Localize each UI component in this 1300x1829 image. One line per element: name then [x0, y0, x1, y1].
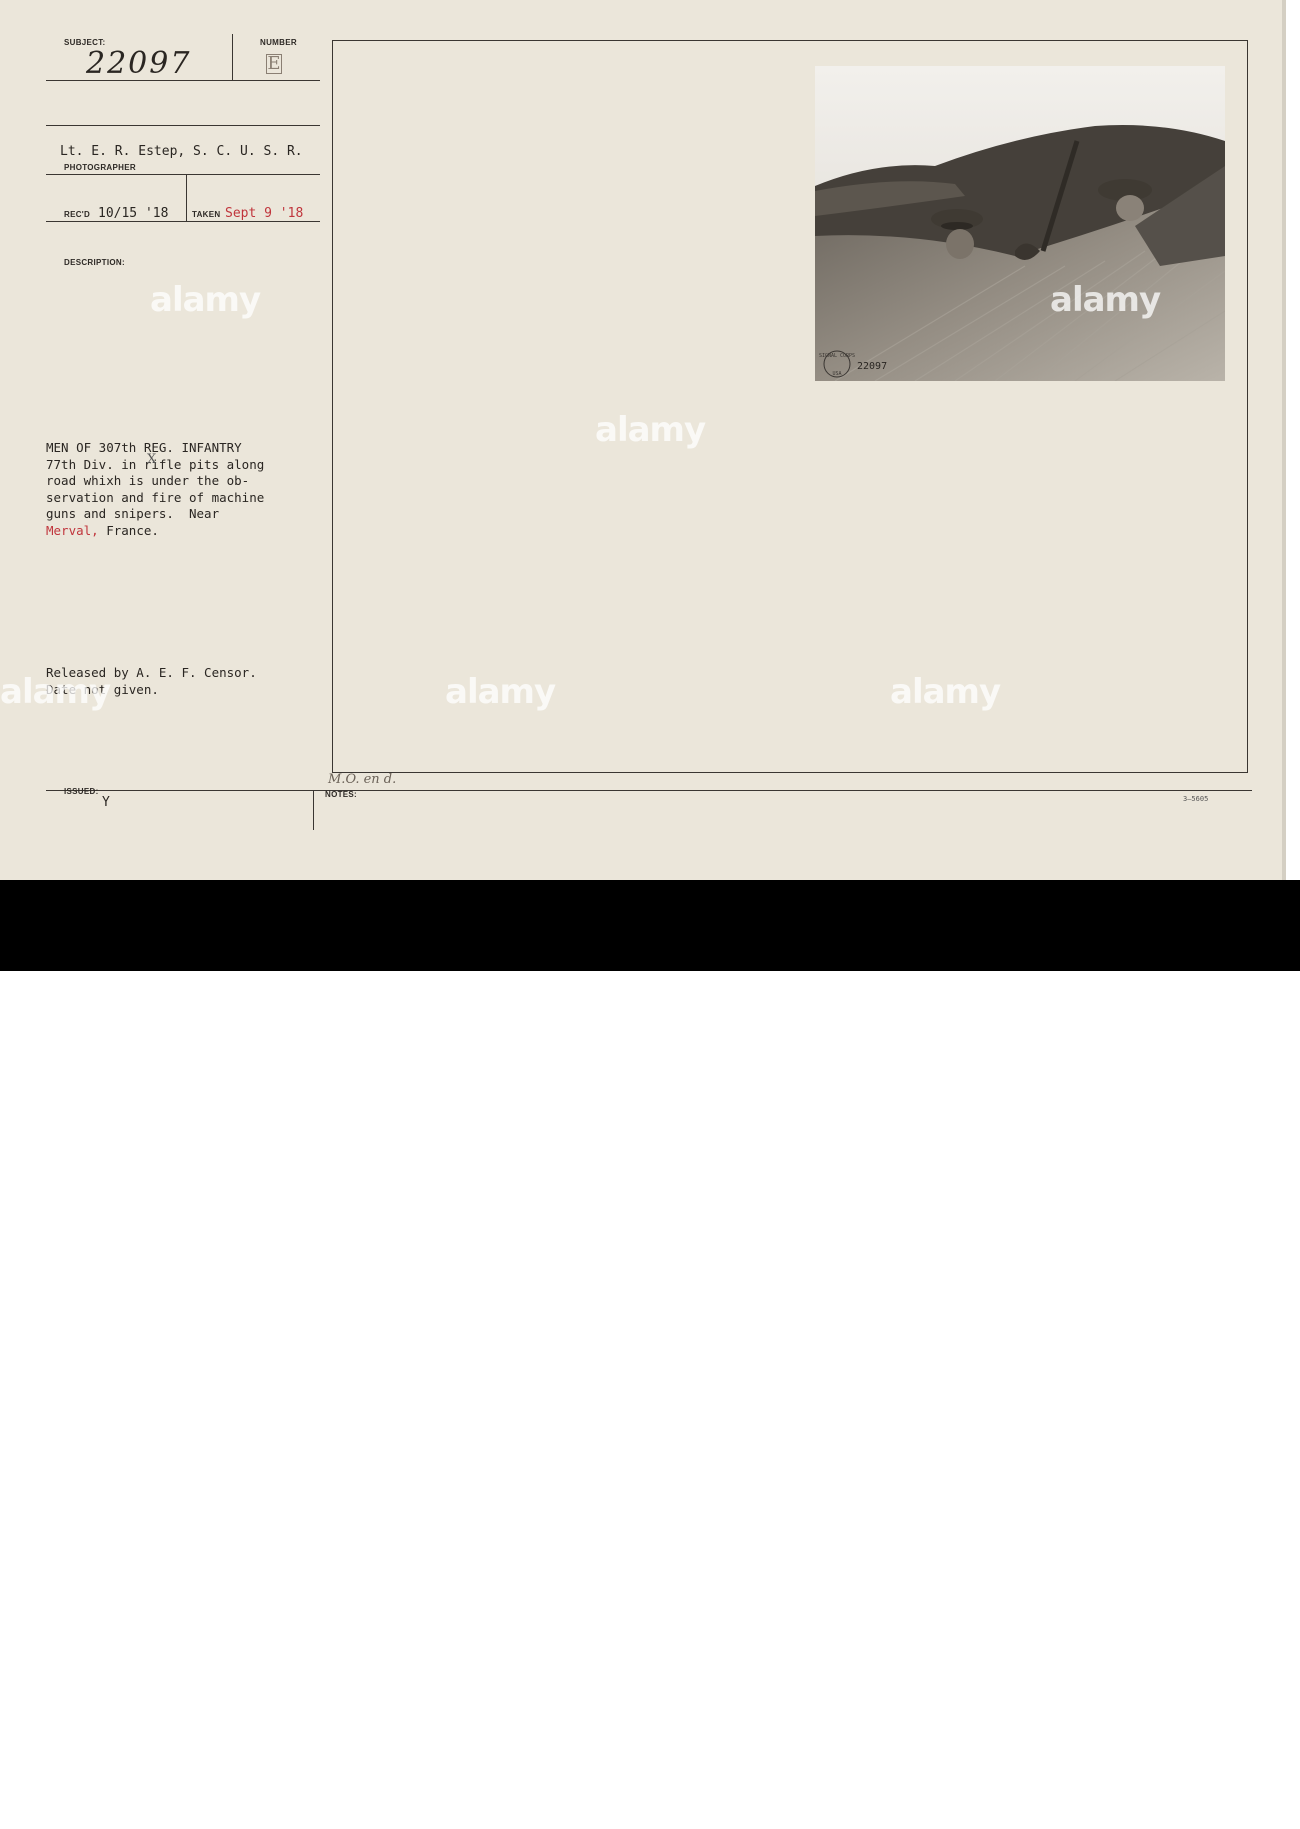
- trench-scene: SIGNAL CORPS USA 22097: [815, 66, 1225, 381]
- divider: [46, 80, 320, 81]
- watermark: alamy: [445, 672, 556, 712]
- watermark: alamy: [0, 672, 111, 712]
- form-code: 3—5605: [1183, 795, 1209, 803]
- notes-label: NOTES:: [325, 790, 358, 799]
- recd-label: REC'D: [64, 210, 91, 219]
- description-line: guns and snipers. Near: [46, 506, 220, 522]
- watermark: alamy: [890, 672, 1001, 712]
- image-id: Image ID: 2RC04G4: [1161, 1785, 1270, 1799]
- divider: [46, 221, 320, 222]
- photographer-name: Lt. E. R. Estep, S. C. U. S. R.: [60, 144, 303, 159]
- divider: [46, 125, 320, 126]
- description-label: DESCRIPTION:: [64, 258, 125, 267]
- watermark: alamy: [595, 410, 706, 450]
- alamy-logo: alamy: [585, 1775, 723, 1824]
- divider: [46, 790, 1252, 791]
- recd-date: 10/15 '18: [98, 206, 169, 221]
- archival-card: SUBJECT: NUMBER 22097 E Lt. E. R. Estep,…: [0, 0, 1286, 880]
- description-line: MEN OF 307th REG. INFANTRY: [46, 440, 242, 455]
- description-line: France.: [106, 522, 159, 538]
- stamp-text: SIGNAL CORPS: [819, 353, 855, 359]
- issued-label: ISSUED:: [64, 787, 99, 796]
- number-label: NUMBER: [260, 38, 297, 47]
- issued-value: Y: [102, 795, 110, 810]
- place-name: Merval,: [46, 522, 99, 538]
- taken-date: Sept 9 '18: [225, 206, 304, 221]
- description-line: road whixh is under the ob-: [46, 473, 250, 489]
- notes-handwriting: M.O. en d.: [328, 772, 397, 787]
- subject-number: 22097: [86, 46, 192, 81]
- number-letter: E: [266, 53, 282, 74]
- stock-footer: alamy Image ID: 2RC04G4 www.alamy.com: [0, 880, 1300, 1829]
- trench-photograph: SIGNAL CORPS USA 22097: [815, 66, 1225, 381]
- description-line: servation and fire of machine: [46, 489, 265, 505]
- site-url[interactable]: www.alamy.com: [1184, 1815, 1270, 1829]
- photographer-label: PHOTOGRAPHER: [64, 163, 136, 172]
- taken-label: TAKEN: [192, 210, 221, 219]
- correction-mark: X: [147, 452, 157, 467]
- divider: [313, 790, 314, 830]
- watermark: alamy: [150, 280, 261, 320]
- photo-number: 22097: [857, 361, 887, 372]
- divider: [46, 174, 320, 175]
- stamp-country: USA: [832, 371, 841, 377]
- divider: [232, 34, 233, 80]
- divider: [186, 174, 187, 221]
- watermark: alamy: [1050, 280, 1161, 320]
